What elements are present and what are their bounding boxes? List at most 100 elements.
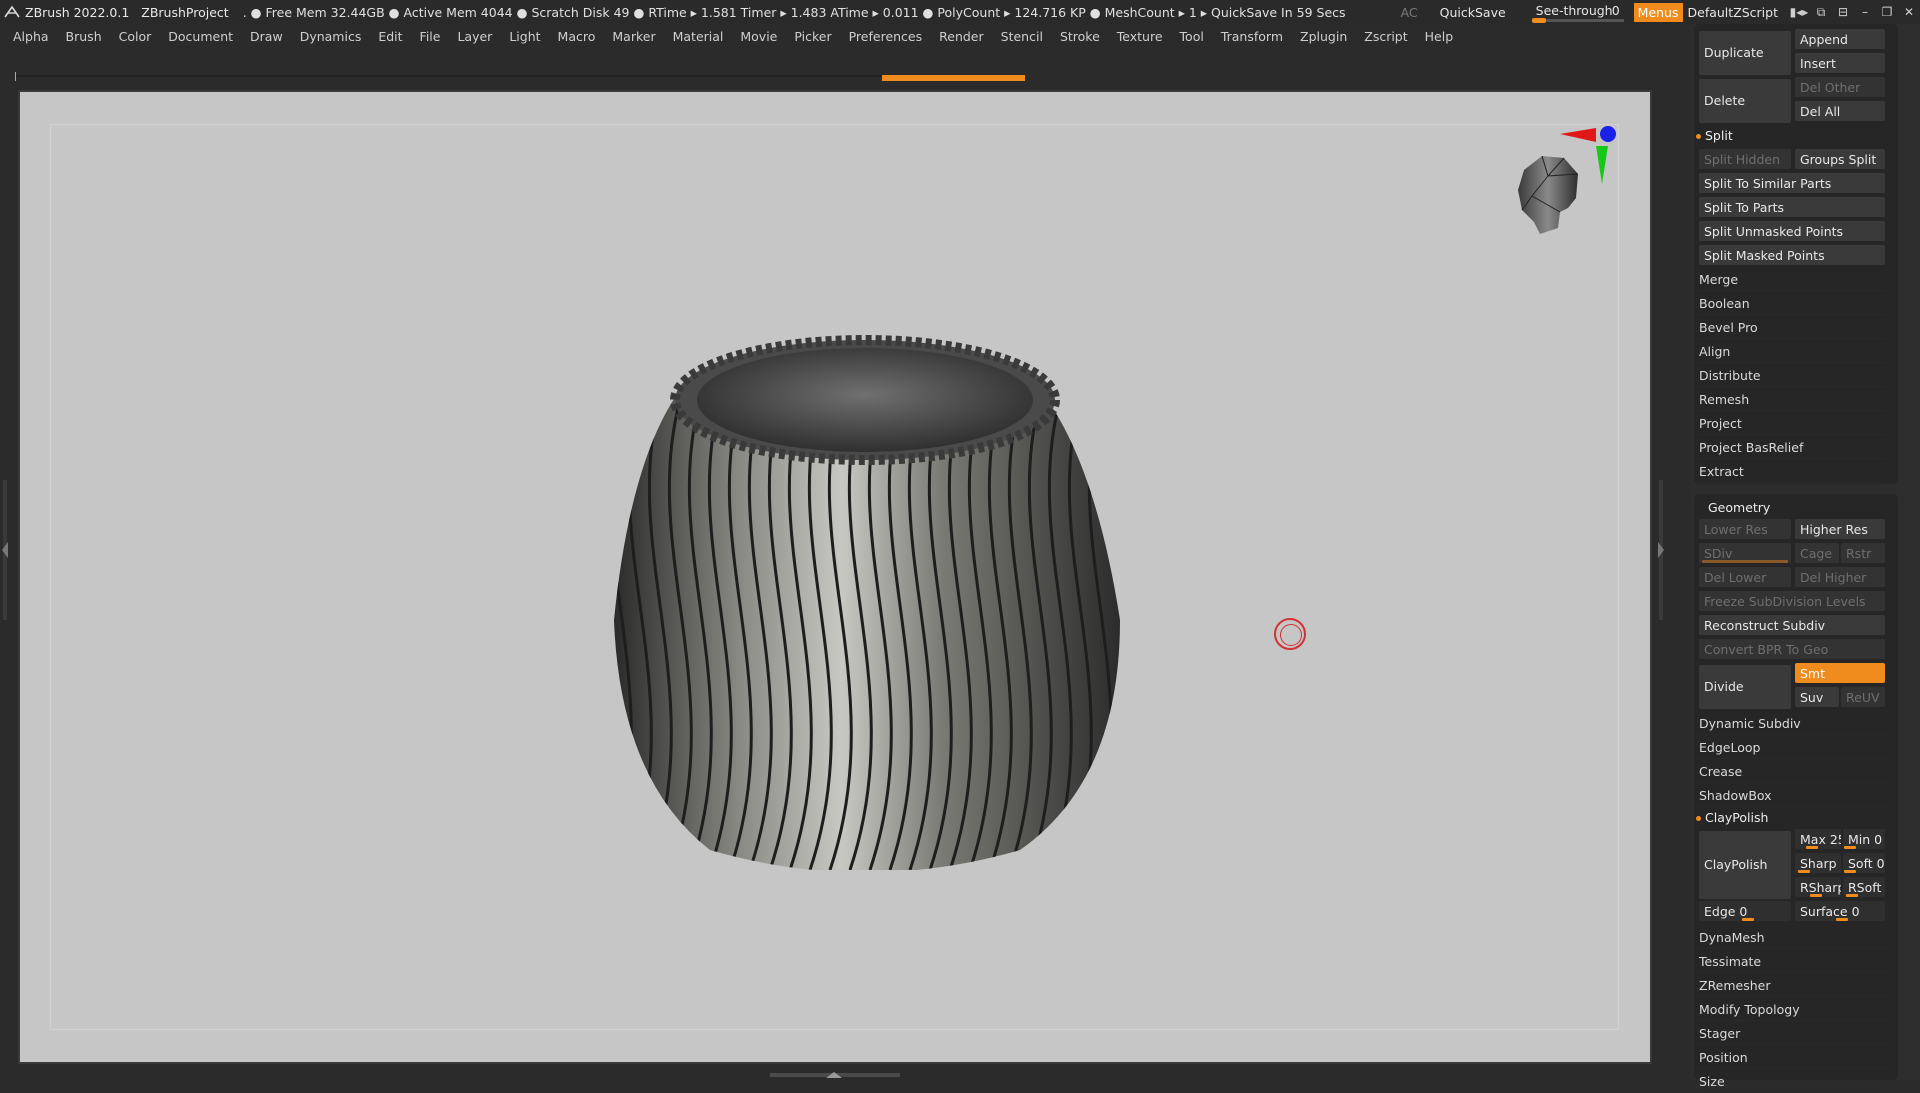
ac-button[interactable]: AC <box>1401 5 1418 20</box>
menu-stroke[interactable]: Stroke <box>1060 29 1100 44</box>
menu-document[interactable]: Document <box>168 29 233 44</box>
window-tile-icon[interactable]: ⊟ <box>1832 0 1854 24</box>
groups-split-button[interactable]: Groups Split <box>1794 148 1886 170</box>
menu-zplugin[interactable]: Zplugin <box>1300 29 1347 44</box>
menu-brush[interactable]: Brush <box>66 29 102 44</box>
crease-section[interactable]: Crease <box>1697 760 1887 783</box>
split-masked-button[interactable]: Split Masked Points <box>1698 244 1886 266</box>
project-section[interactable]: Project <box>1697 412 1887 435</box>
menu-transform[interactable]: Transform <box>1221 29 1283 44</box>
boolean-section[interactable]: Boolean <box>1697 292 1887 315</box>
remesh-section[interactable]: Remesh <box>1697 388 1887 411</box>
shelf-active-indicator[interactable] <box>882 75 1025 81</box>
dynamic-subdiv-section[interactable]: Dynamic Subdiv <box>1697 712 1887 735</box>
sharp-slider-handle <box>1798 870 1810 873</box>
window-swap-icon[interactable]: ⧉ <box>1810 0 1832 24</box>
app-title: ZBrush 2022.0.1 <box>25 4 130 20</box>
menu-help[interactable]: Help <box>1425 29 1454 44</box>
top-shelf <box>0 48 1690 88</box>
max-slider[interactable]: Max 25 <box>1794 828 1842 850</box>
distribute-section[interactable]: Distribute <box>1697 364 1887 387</box>
see-through-slider[interactable]: See-through 0 <box>1531 1 1624 23</box>
del-all-button[interactable]: Del All <box>1794 100 1886 122</box>
left-tray-handle-icon[interactable] <box>0 480 10 620</box>
extract-section[interactable]: Extract <box>1697 460 1887 483</box>
default-zscript-button[interactable]: DefaultZScript <box>1688 5 1779 20</box>
cage-button[interactable]: Cage <box>1794 542 1840 564</box>
menu-render[interactable]: Render <box>939 29 984 44</box>
menu-texture[interactable]: Texture <box>1117 29 1163 44</box>
split-unmasked-button[interactable]: Split Unmasked Points <box>1698 220 1886 242</box>
split-header[interactable]: Split <box>1696 128 1733 143</box>
menu-file[interactable]: File <box>420 29 441 44</box>
menu-macro[interactable]: Macro <box>558 29 596 44</box>
modify-topology-section[interactable]: Modify Topology <box>1697 998 1887 1021</box>
split-parts-button[interactable]: Split To Parts <box>1698 196 1886 218</box>
duplicate-button[interactable]: Duplicate <box>1698 30 1792 76</box>
menu-stencil[interactable]: Stencil <box>1001 29 1043 44</box>
menu-draw[interactable]: Draw <box>250 29 283 44</box>
menu-edit[interactable]: Edit <box>378 29 402 44</box>
right-tray-handle-icon[interactable] <box>1656 480 1666 620</box>
reuv-toggle[interactable]: ReUV <box>1840 686 1886 708</box>
claypolish-dot-icon <box>1696 816 1701 821</box>
main-menu-bar: Alpha Brush Color Document Draw Dynamics… <box>0 24 1690 48</box>
menu-layer[interactable]: Layer <box>457 29 492 44</box>
lower-res-button[interactable]: Lower Res <box>1698 518 1792 540</box>
menu-dynamics[interactable]: Dynamics <box>300 29 362 44</box>
shadowbox-section[interactable]: ShadowBox <box>1697 784 1887 807</box>
restore-icon[interactable]: ❐ <box>1876 0 1898 24</box>
higher-res-button[interactable]: Higher Res <box>1794 518 1886 540</box>
bottom-tray-handle-icon[interactable] <box>770 1070 900 1080</box>
menu-zscript[interactable]: Zscript <box>1364 29 1407 44</box>
del-lower-button[interactable]: Del Lower <box>1698 566 1792 588</box>
zremesher-section[interactable]: ZRemesher <box>1697 974 1887 997</box>
merge-section[interactable]: Merge <box>1697 268 1887 291</box>
freeze-subdiv-button[interactable]: Freeze SubDivision Levels <box>1698 590 1886 612</box>
menu-marker[interactable]: Marker <box>612 29 655 44</box>
dynamesh-section[interactable]: DynaMesh <box>1697 926 1887 949</box>
project-basrelief-section[interactable]: Project BasRelief <box>1697 436 1887 459</box>
del-other-button[interactable]: Del Other <box>1794 76 1886 98</box>
title-controls: AC QuickSave See-through 0 Menus Default… <box>1401 0 1920 24</box>
menu-preferences[interactable]: Preferences <box>849 29 923 44</box>
append-button[interactable]: Append <box>1794 28 1886 50</box>
insert-button[interactable]: Insert <box>1794 52 1886 74</box>
bevel-pro-section[interactable]: Bevel Pro <box>1697 316 1887 339</box>
del-higher-button[interactable]: Del Higher <box>1794 566 1886 588</box>
minimize-icon[interactable]: – <box>1854 0 1876 24</box>
claypolish-header[interactable]: ClayPolish <box>1696 810 1768 825</box>
quicksave-button[interactable]: QuickSave <box>1440 5 1506 20</box>
rstr-button[interactable]: Rstr <box>1840 542 1886 564</box>
menu-light[interactable]: Light <box>509 29 540 44</box>
reconstruct-subdiv-button[interactable]: Reconstruct Subdiv <box>1698 614 1886 636</box>
close-icon[interactable]: ✕ <box>1898 0 1920 24</box>
menu-picker[interactable]: Picker <box>794 29 831 44</box>
menus-toggle[interactable]: Menus <box>1633 2 1683 22</box>
stager-section[interactable]: Stager <box>1697 1022 1887 1045</box>
smt-toggle[interactable]: Smt <box>1794 662 1886 684</box>
menu-material[interactable]: Material <box>673 29 724 44</box>
menu-color[interactable]: Color <box>119 29 152 44</box>
convert-bpr-button[interactable]: Convert BPR To Geo <box>1698 638 1886 660</box>
see-through-label: See-through <box>1535 3 1613 18</box>
menu-tool[interactable]: Tool <box>1180 29 1204 44</box>
claypolish-button[interactable]: ClayPolish <box>1698 830 1792 900</box>
menu-movie[interactable]: Movie <box>740 29 777 44</box>
axis-gizmo-icon[interactable] <box>1560 124 1620 188</box>
delete-button[interactable]: Delete <box>1698 78 1792 124</box>
menu-alpha[interactable]: Alpha <box>13 29 49 44</box>
suv-toggle[interactable]: Suv <box>1794 686 1840 708</box>
divide-button[interactable]: Divide <box>1698 664 1792 710</box>
edgeloop-section[interactable]: EdgeLoop <box>1697 736 1887 759</box>
tessimate-section[interactable]: Tessimate <box>1697 950 1887 973</box>
split-hidden-button[interactable]: Split Hidden <box>1698 148 1792 170</box>
split-similar-button[interactable]: Split To Similar Parts <box>1698 172 1886 194</box>
vase-mesh[interactable] <box>600 330 1130 870</box>
size-section[interactable]: Size <box>1697 1070 1887 1093</box>
align-section[interactable]: Align <box>1697 340 1887 363</box>
layout-cycle-icon[interactable]: ▮◂▸ <box>1788 0 1810 24</box>
claypolish-header-label: ClayPolish <box>1705 810 1769 825</box>
position-section[interactable]: Position <box>1697 1046 1887 1069</box>
geometry-header[interactable]: Geometry <box>1708 500 1770 515</box>
